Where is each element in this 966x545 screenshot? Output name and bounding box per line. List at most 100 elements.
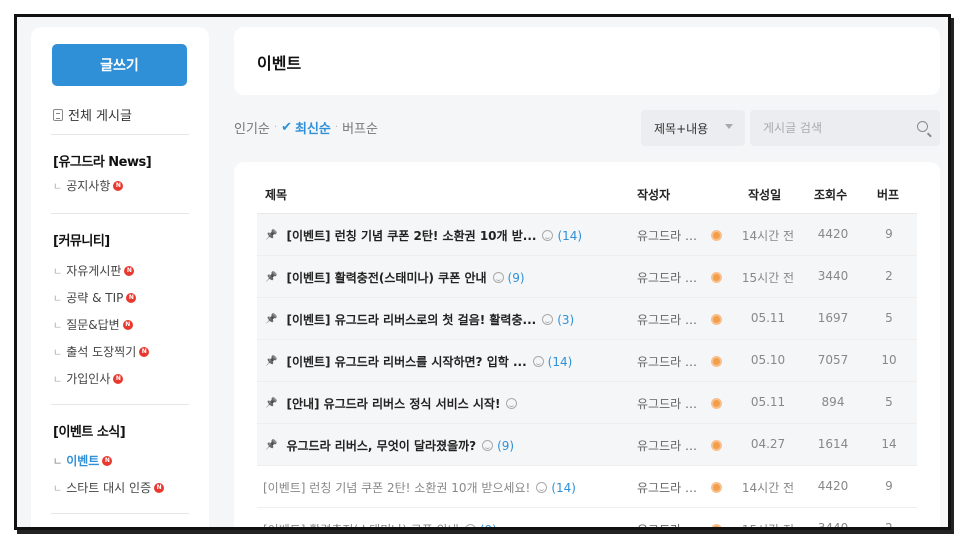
level-badge-icon: [711, 398, 722, 409]
sidebar-item-free-board[interactable]: ㄴ 자유게시판 N: [53, 262, 135, 279]
comment-icon: [464, 524, 476, 527]
comment-icon: [542, 230, 554, 241]
pin-icon: 📌: [265, 356, 278, 367]
level-badge-icon: [711, 440, 722, 451]
divider: [51, 513, 189, 514]
table-row[interactable]: [이벤트] 런칭 기념 쿠폰 2탄! 소환권 10개 받으세요! (14) 유그드라…: [257, 466, 917, 508]
sidebar-item-all-posts[interactable]: 전체 게시글: [53, 105, 132, 124]
table-row[interactable]: 📌 [이벤트] 활력충전(스태미나) 쿠폰 안내 (9) 유그드라 리... 15시간 …: [257, 256, 917, 298]
check-icon: ✔: [281, 120, 292, 135]
document-icon: [53, 108, 63, 121]
table-row[interactable]: 📌 [이벤트] 런칭 기념 쿠폰 2탄! 소환권 10개 받... (14) 유그드라…: [257, 214, 917, 256]
column-author: 작성자: [637, 188, 671, 202]
pin-icon: 📌: [265, 272, 278, 283]
post-likes: 14: [881, 437, 897, 451]
sidebar-item-notice[interactable]: ㄴ 공지사항 N: [53, 177, 124, 194]
sidebar-item-start-dash[interactable]: ㄴ 스타트 대시 인증 N: [53, 479, 165, 496]
post-date: 14시간 전: [741, 481, 795, 495]
comment-count: (14): [532, 355, 572, 369]
pin-icon: 📌: [265, 440, 278, 451]
group-title-events: [이벤트 소식]: [53, 425, 126, 440]
level-badge-icon: [711, 482, 722, 493]
sidebar: 글쓰기 전체 게시글 [유그드라 News] ㄴ 공지사항 N [커뮤니티] ㄴ 자유…: [31, 27, 209, 527]
post-views: 3440: [817, 521, 849, 530]
table-row[interactable]: 📌 [이벤트] 유그드라 리버스를 시작하면? 입학 ... (14) 유그드라 리.…: [257, 340, 917, 382]
post-author[interactable]: 유그드라 리...: [637, 479, 735, 496]
comment-icon: [492, 272, 504, 283]
post-views: 4420: [817, 479, 849, 493]
level-badge-icon: [711, 272, 722, 283]
post-author[interactable]: 유그드라 리...: [637, 437, 735, 454]
search-input[interactable]: [750, 110, 910, 146]
post-likes: 10: [881, 353, 897, 367]
post-author[interactable]: 유그드라 리...: [637, 311, 735, 328]
level-badge-icon: [711, 524, 722, 527]
post-title[interactable]: 📌 [이벤트] 활력충전(스태미나) 쿠폰 안내 (9): [265, 269, 627, 286]
post-list: 제목 작성자 작성일 조회수 버프 📌 [이벤트] 런칭 기념 쿠폰 2탄! 소환…: [234, 162, 940, 530]
post-views: 4420: [817, 227, 849, 241]
pin-icon: 📌: [265, 314, 278, 325]
new-badge: N: [113, 180, 124, 191]
sidebar-item-guide-tip[interactable]: ㄴ 공략 & TIP N: [53, 289, 137, 306]
comment-count: (9): [492, 271, 525, 285]
divider: [51, 213, 189, 214]
board-header: 이벤트: [234, 27, 940, 95]
post-title[interactable]: 📌 [이벤트] 유그드라 리버스를 시작하면? 입학 ... (14): [265, 353, 627, 370]
search-icon[interactable]: [917, 121, 928, 132]
sort-latest[interactable]: 최신순: [295, 118, 331, 137]
comment-count: (14): [542, 229, 582, 243]
column-title: 제목: [265, 188, 288, 202]
search-scope-select[interactable]: 제목+내용: [641, 110, 745, 146]
post-author[interactable]: 유그드라 리...: [637, 227, 735, 244]
sort-buff[interactable]: 버프순: [342, 118, 378, 137]
post-views: 1697: [817, 311, 849, 325]
table-header: 제목 작성자 작성일 조회수 버프: [257, 182, 917, 214]
post-author[interactable]: 유그드라 리...: [637, 395, 735, 412]
post-date: 05.11: [750, 395, 786, 409]
sort-options: 인기순 · ✔ 최신순 · 버프순: [234, 118, 378, 137]
post-views: 3440: [817, 269, 849, 283]
post-title[interactable]: 📌 [안내] 유그드라 리버스 정식 서비스 시작!: [265, 395, 627, 412]
post-likes: 5: [885, 311, 893, 325]
post-title[interactable]: [이벤트] 런칭 기념 쿠폰 2탄! 소환권 10개 받으세요! (14): [263, 479, 625, 496]
table-row[interactable]: [이벤트] 활력충전(스태미나) 쿠폰 안내 (9) 유그드라 리... 15시간 전…: [257, 508, 917, 530]
post-title[interactable]: 📌 [이벤트] 런칭 기념 쿠폰 2탄! 소환권 10개 받... (14): [265, 227, 627, 244]
post-title[interactable]: 📌 [이벤트] 유그드라 리버스로의 첫 걸음! 활력충... (3): [265, 311, 627, 328]
comment-count: (9): [464, 523, 497, 527]
post-date: 04.27: [750, 437, 786, 451]
comment-count: (14): [536, 481, 576, 495]
post-views: 1614: [817, 437, 849, 451]
comment-count: (9): [482, 439, 514, 453]
divider: [51, 134, 189, 135]
page-title: 이벤트: [257, 54, 302, 73]
group-title-news: [유그드라 News]: [53, 155, 152, 170]
post-likes: 5: [885, 395, 893, 409]
new-badge: N: [126, 292, 137, 303]
column-likes: 버프: [877, 188, 900, 202]
window-frame: 글쓰기 전체 게시글 [유그드라 News] ㄴ 공지사항 N [커뮤니티] ㄴ 자유…: [14, 14, 951, 530]
post-author[interactable]: 유그드라 리...: [637, 353, 735, 370]
table-row[interactable]: 📌 [안내] 유그드라 리버스 정식 서비스 시작! 유그드라 리... 05.11 8…: [257, 382, 917, 424]
post-likes: 2: [885, 269, 893, 283]
post-title[interactable]: 📌 유그드라 리버스, 무엇이 달라졌을까? (9): [265, 437, 627, 454]
table-row[interactable]: 📌 [이벤트] 유그드라 리버스로의 첫 걸음! 활력충... (3) 유그드라 리.…: [257, 298, 917, 340]
table-row[interactable]: 📌 유그드라 리버스, 무엇이 달라졌을까? (9) 유그드라 리... 04.27 16…: [257, 424, 917, 466]
post-date: 05.10: [750, 353, 786, 367]
sidebar-item-greetings[interactable]: ㄴ 가입인사 N: [53, 370, 124, 387]
post-date: 14시간 전: [741, 229, 795, 243]
new-badge: N: [154, 482, 165, 493]
comment-count: [506, 398, 521, 409]
post-author[interactable]: 유그드라 리...: [637, 269, 735, 286]
sidebar-item-event[interactable]: ㄴ 이벤트 N: [53, 452, 113, 469]
search-box: [750, 110, 940, 146]
post-author[interactable]: 유그드라 리...: [637, 521, 735, 527]
sidebar-item-attendance[interactable]: ㄴ 출석 도장찍기 N: [53, 343, 150, 360]
write-post-button[interactable]: 글쓰기: [52, 44, 187, 86]
sidebar-item-qna[interactable]: ㄴ 질문&답변 N: [53, 316, 133, 333]
post-title[interactable]: [이벤트] 활력충전(스태미나) 쿠폰 안내 (9): [263, 521, 625, 527]
new-badge: N: [113, 373, 124, 384]
new-badge: N: [102, 455, 113, 466]
divider: [51, 404, 189, 405]
sort-popular[interactable]: 인기순: [234, 118, 270, 137]
post-likes: 9: [885, 479, 893, 493]
